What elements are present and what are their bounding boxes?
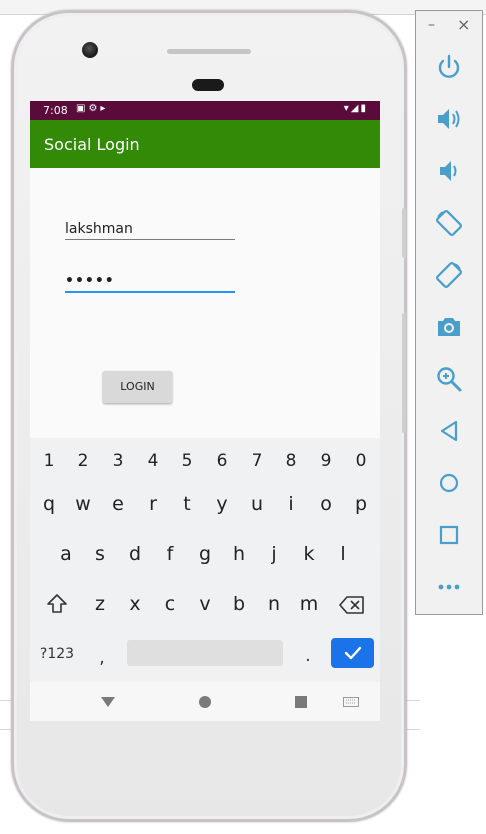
soft-keyboard: 1 2 3 4 5 6 7 8 9 0 q w e r t y u i o p … — [30, 438, 380, 682]
key-7[interactable]: 7 — [240, 451, 274, 471]
password-underline — [65, 291, 235, 293]
shift-icon[interactable] — [46, 593, 68, 615]
key-3[interactable]: 3 — [101, 451, 135, 471]
key-u[interactable]: u — [240, 493, 274, 515]
emulator-control-panel: – × — [415, 10, 483, 615]
key-y[interactable]: y — [205, 493, 239, 515]
power-button — [402, 208, 406, 258]
recents-icon[interactable] — [294, 695, 308, 709]
key-t[interactable]: t — [170, 493, 204, 515]
key-w[interactable]: w — [66, 493, 100, 515]
phone-screen: 7:08 ▣⚙▸ ▾◢▮ Social Login lakshman •••••… — [30, 101, 380, 721]
password-value: ••••• — [65, 273, 115, 289]
camera-icon[interactable] — [435, 313, 463, 341]
more-icon[interactable] — [435, 573, 463, 601]
overview-icon[interactable] — [435, 521, 463, 549]
spacebar[interactable] — [127, 640, 283, 666]
backspace-icon[interactable] — [339, 595, 365, 615]
power-icon[interactable] — [435, 53, 463, 81]
key-8[interactable]: 8 — [274, 451, 308, 471]
key-1[interactable]: 1 — [32, 451, 66, 471]
key-z[interactable]: z — [83, 593, 117, 615]
key-2[interactable]: 2 — [66, 451, 100, 471]
key-6[interactable]: 6 — [205, 451, 239, 471]
rotate-left-icon[interactable] — [435, 209, 463, 237]
key-p[interactable]: p — [344, 493, 378, 515]
key-c[interactable]: c — [153, 593, 187, 615]
username-value: lakshman — [65, 221, 133, 237]
enter-key[interactable] — [331, 638, 374, 668]
key-j[interactable]: j — [257, 543, 291, 565]
username-underline — [65, 239, 235, 240]
key-n[interactable]: n — [257, 593, 291, 615]
key-r[interactable]: r — [136, 493, 170, 515]
key-l[interactable]: l — [326, 543, 360, 565]
key-9[interactable]: 9 — [309, 451, 343, 471]
close-button[interactable]: × — [457, 15, 470, 34]
login-button[interactable]: LOGIN — [103, 371, 172, 403]
key-b[interactable]: b — [222, 593, 256, 615]
key-period[interactable]: . — [301, 646, 315, 666]
rotate-right-icon[interactable] — [435, 261, 463, 289]
keyboard-switch-icon[interactable] — [343, 697, 359, 707]
app-title: Social Login — [44, 135, 140, 154]
notification-icons: ▣⚙▸ — [76, 103, 109, 114]
key-h[interactable]: h — [222, 543, 256, 565]
volume-rocker — [402, 313, 406, 433]
key-4[interactable]: 4 — [136, 451, 170, 471]
minimize-button[interactable]: – — [428, 17, 435, 33]
key-q[interactable]: q — [32, 493, 66, 515]
key-comma[interactable]: , — [94, 648, 110, 668]
key-x[interactable]: x — [118, 593, 152, 615]
check-icon — [344, 646, 362, 660]
symbols-key[interactable]: ?123 — [34, 646, 80, 662]
key-v[interactable]: v — [188, 593, 222, 615]
key-g[interactable]: g — [188, 543, 222, 565]
key-d[interactable]: d — [118, 543, 152, 565]
key-k[interactable]: k — [292, 543, 326, 565]
status-time: 7:08 — [43, 104, 68, 117]
key-a[interactable]: a — [49, 543, 83, 565]
key-f[interactable]: f — [153, 543, 187, 565]
key-o[interactable]: o — [309, 493, 343, 515]
key-s[interactable]: s — [83, 543, 117, 565]
home-circle-icon[interactable] — [435, 469, 463, 497]
key-m[interactable]: m — [292, 593, 326, 615]
key-e[interactable]: e — [101, 493, 135, 515]
app-bar: Social Login — [30, 120, 380, 168]
system-status-icons: ▾◢▮ — [343, 103, 368, 114]
home-icon[interactable] — [198, 695, 212, 709]
back-down-icon[interactable] — [100, 696, 116, 708]
username-field[interactable]: lakshman — [65, 219, 235, 240]
volume-up-icon[interactable] — [435, 105, 463, 133]
key-i[interactable]: i — [274, 493, 308, 515]
password-field[interactable]: ••••• — [65, 271, 235, 293]
earpiece — [192, 79, 224, 91]
key-5[interactable]: 5 — [170, 451, 204, 471]
speaker-grille — [167, 49, 251, 54]
navigation-bar — [30, 682, 380, 721]
status-bar: 7:08 ▣⚙▸ ▾◢▮ — [30, 101, 380, 120]
key-0[interactable]: 0 — [344, 451, 378, 471]
volume-down-icon[interactable] — [435, 157, 463, 185]
back-icon[interactable] — [435, 417, 463, 445]
zoom-icon[interactable] — [435, 365, 463, 393]
front-camera — [82, 42, 98, 58]
